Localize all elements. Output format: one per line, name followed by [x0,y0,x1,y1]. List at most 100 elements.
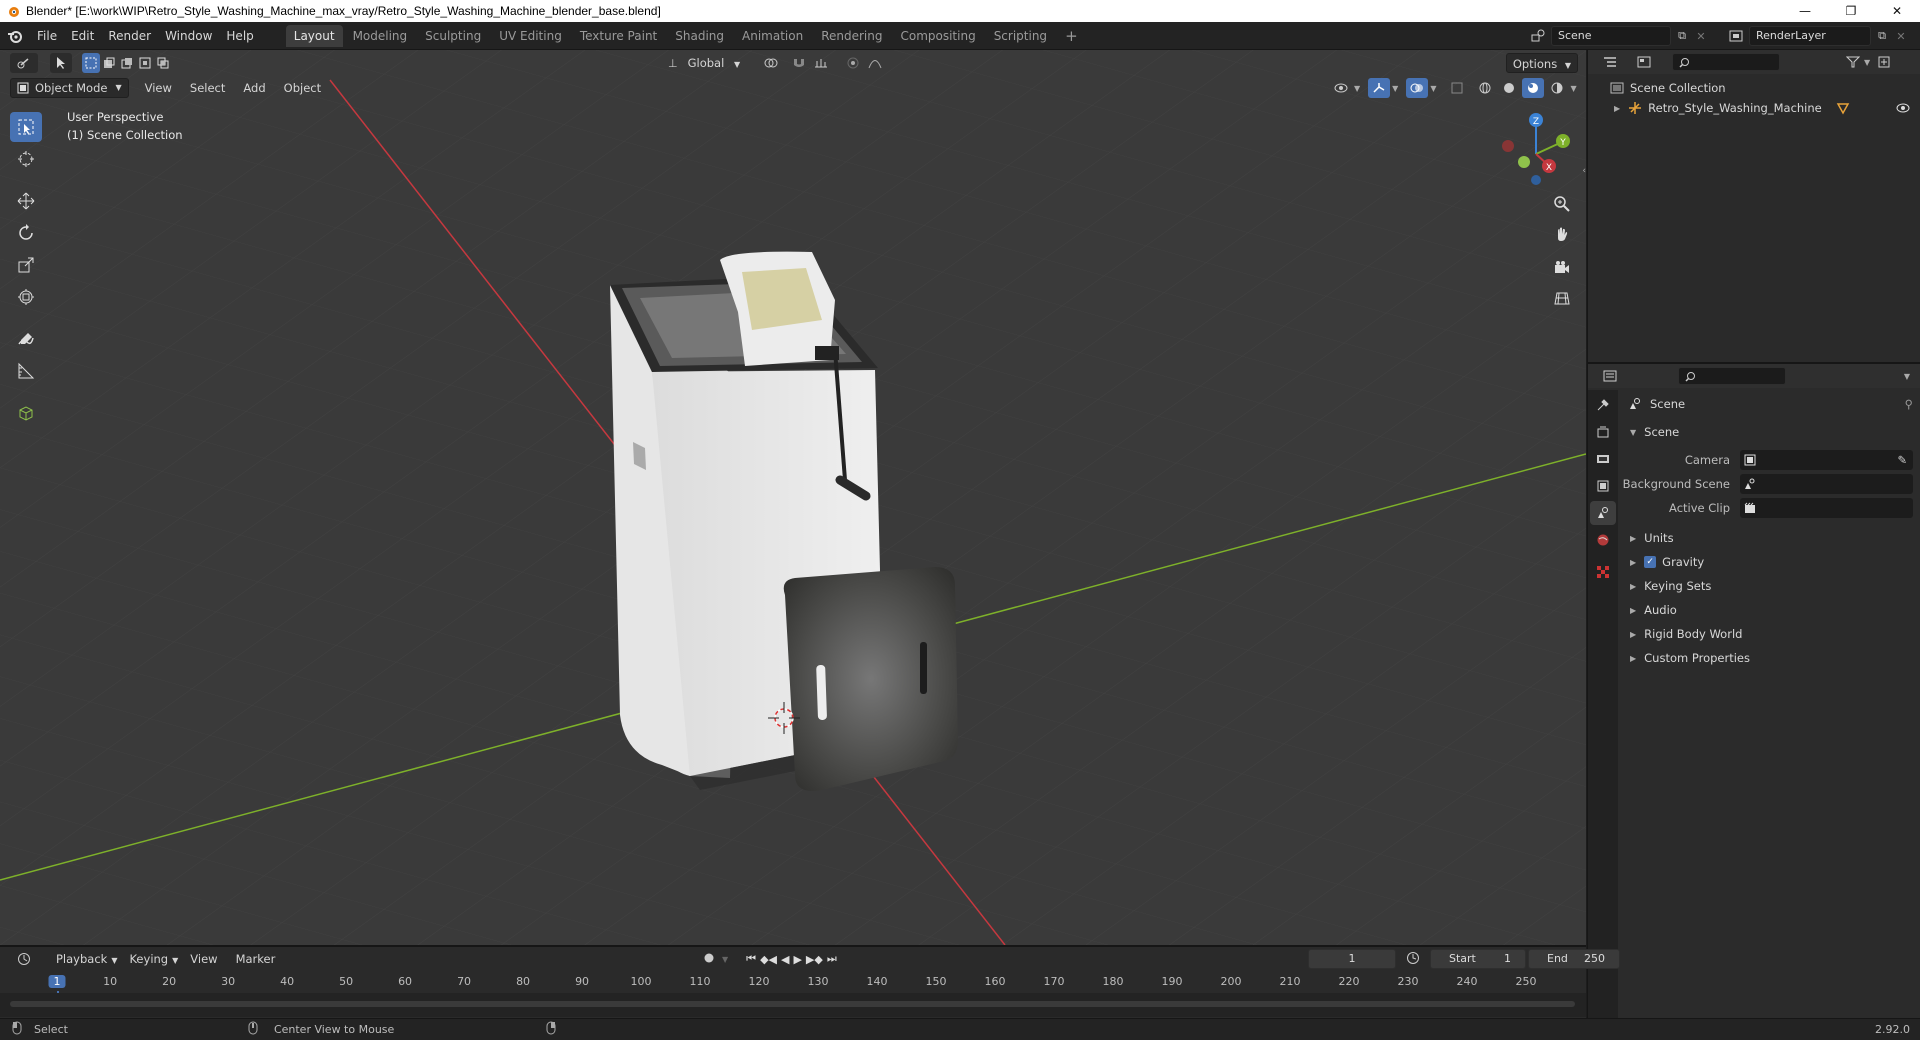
tab-world-icon[interactable] [1590,528,1616,552]
menu-render[interactable]: Render [101,22,158,50]
properties-search-input[interactable] [1678,367,1786,385]
collapse-arrow-icon[interactable]: ▼ [1630,428,1636,437]
select-box-new-icon[interactable] [82,53,100,73]
tab-layout[interactable]: Layout [285,24,343,47]
duplicate-renderlayer-icon[interactable]: ⧉ [1871,29,1893,43]
tab-render-icon[interactable] [1590,420,1616,444]
tab-texture-icon[interactable] [1590,560,1616,584]
rendered-shading-icon[interactable] [1546,78,1568,98]
visibility-icon[interactable] [1330,78,1352,98]
tab-tool-icon[interactable] [1590,393,1616,417]
expand-arrow-icon[interactable]: ▶ [1630,534,1636,543]
tab-rendering[interactable]: Rendering [813,25,890,47]
camera-field[interactable]: ✎ [1740,450,1913,470]
scale-tool[interactable] [10,250,42,280]
xray-toggle-icon[interactable] [1446,78,1468,98]
select-box-extend-icon[interactable] [100,53,118,73]
cursor-tool[interactable] [10,144,42,174]
jump-prev-keyframe-icon[interactable]: ◆◀ [760,953,777,966]
camera-view-button[interactable] [1550,256,1574,280]
proportional-falloff-icon[interactable] [864,53,886,73]
gravity-checkbox[interactable]: ✓ [1644,556,1657,568]
select-box-intersect-icon[interactable] [154,53,172,73]
expand-arrow-icon[interactable]: ▶ [1630,654,1636,663]
viewport-menu-view[interactable]: View [139,78,178,98]
navigation-gizmo[interactable]: Z Y X ‹ [1486,104,1586,254]
play-icon[interactable]: ▶ [793,953,801,966]
end-frame-field[interactable]: End 250 [1528,949,1620,969]
menu-window[interactable]: Window [158,22,219,50]
timeline-menu-view[interactable]: View [184,949,223,969]
filter-icon[interactable] [1842,52,1864,72]
tab-sculpting[interactable]: Sculpting [417,25,489,47]
select-box-subtract-icon[interactable] [118,53,136,73]
tab-scripting[interactable]: Scripting [986,25,1055,47]
blender-menu-icon[interactable] [0,28,30,44]
pin-icon[interactable]: ⚲ [1905,397,1913,411]
play-reverse-icon[interactable]: ◀ [781,953,789,966]
solid-shading-icon[interactable] [1498,78,1520,98]
overlays-toggle-icon[interactable] [1406,78,1429,98]
add-workspace-button[interactable]: + [1057,25,1086,47]
timeline-editor-type-icon[interactable] [10,949,38,969]
tab-animation[interactable]: Animation [734,25,811,47]
properties-editor-type-icon[interactable] [1596,366,1624,386]
keying-sets-subpanel[interactable]: ▶ Keying Sets [1620,574,1920,598]
scene-panel-header[interactable]: ▼ Scene [1620,420,1920,444]
mode-dropdown[interactable]: Object Mode ▼ [10,78,129,98]
select-tool-mode-icon[interactable] [50,53,72,73]
tab-modeling[interactable]: Modeling [345,25,416,47]
viewport-menu-object[interactable]: Object [278,78,327,98]
expand-arrow-icon[interactable]: ▶ [1630,630,1636,639]
start-frame-field[interactable]: Start 1 [1430,949,1526,969]
3d-viewport[interactable]: ⊥ Global ▼ Options ▼ Object Mode ▼ View … [0,50,1586,945]
current-frame-field[interactable]: 1 [1308,949,1396,969]
annotate-tool[interactable] [10,324,42,354]
material-preview-shading-icon[interactable] [1522,78,1545,98]
pivot-point-icon[interactable] [760,53,782,73]
remove-scene-icon[interactable]: ✕ [1693,30,1709,43]
timeline-menu-marker[interactable]: Marker [230,949,282,969]
jump-next-keyframe-icon[interactable]: ▶◆ [806,953,823,966]
jump-start-icon[interactable]: ⏮ [746,952,756,966]
preview-range-icon[interactable] [1406,951,1426,968]
tab-compositing[interactable]: Compositing [892,25,983,47]
new-collection-icon[interactable] [1874,52,1896,72]
renderlayer-selector[interactable]: RenderLayer [1749,26,1871,46]
outliner-editor-type-icon[interactable] [1596,52,1624,72]
outliner-row-object[interactable]: ▶ Retro_Style_Washing_Machine [1588,98,1920,118]
menu-file[interactable]: File [30,22,64,50]
collapse-arrow-icon[interactable]: ‹ [1582,166,1586,176]
viewport-menu-add[interactable]: Add [237,78,271,98]
tab-shading[interactable]: Shading [667,25,732,47]
gizmo-toggle-icon[interactable] [1368,78,1391,98]
transform-tool[interactable] [10,282,42,312]
duplicate-scene-icon[interactable]: ⧉ [1671,29,1693,43]
snap-icon[interactable] [788,53,810,73]
remove-renderlayer-icon[interactable]: ✕ [1893,30,1909,43]
expand-arrow-icon[interactable]: ▶ [1630,582,1636,591]
display-mode-icon[interactable] [1630,52,1658,72]
tab-scene-icon[interactable] [1590,501,1616,525]
active-clip-field[interactable] [1740,498,1913,518]
options-dropdown[interactable]: Options ▼ [1505,53,1578,73]
menu-help[interactable]: Help [219,22,260,50]
menu-edit[interactable]: Edit [64,22,101,50]
wireframe-shading-icon[interactable] [1474,78,1496,98]
expand-arrow-icon[interactable]: ▶ [1630,606,1636,615]
close-window-button[interactable]: ✕ [1874,0,1920,22]
outliner-row-scene-collection[interactable]: Scene Collection [1588,78,1920,98]
timeline-menu-playback[interactable]: Playback ▼ [50,949,123,969]
chevron-down-icon[interactable]: ▼ [1904,372,1910,381]
tab-view-layer-icon[interactable] [1590,474,1616,498]
maximize-button[interactable]: ❐ [1828,0,1874,22]
timeline-menu-keying[interactable]: Keying ▼ [123,949,184,969]
tab-texture-paint[interactable]: Texture Paint [572,25,665,47]
expand-arrow-icon[interactable]: ▶ [1630,558,1636,567]
audio-subpanel[interactable]: ▶ Audio [1620,598,1920,622]
rotate-tool[interactable] [10,218,42,248]
move-tool[interactable] [10,186,42,216]
jump-end-icon[interactable]: ⏭ [827,952,837,966]
scene-icon[interactable] [1525,29,1551,43]
timeline-scrollbar[interactable] [10,1001,1575,1007]
